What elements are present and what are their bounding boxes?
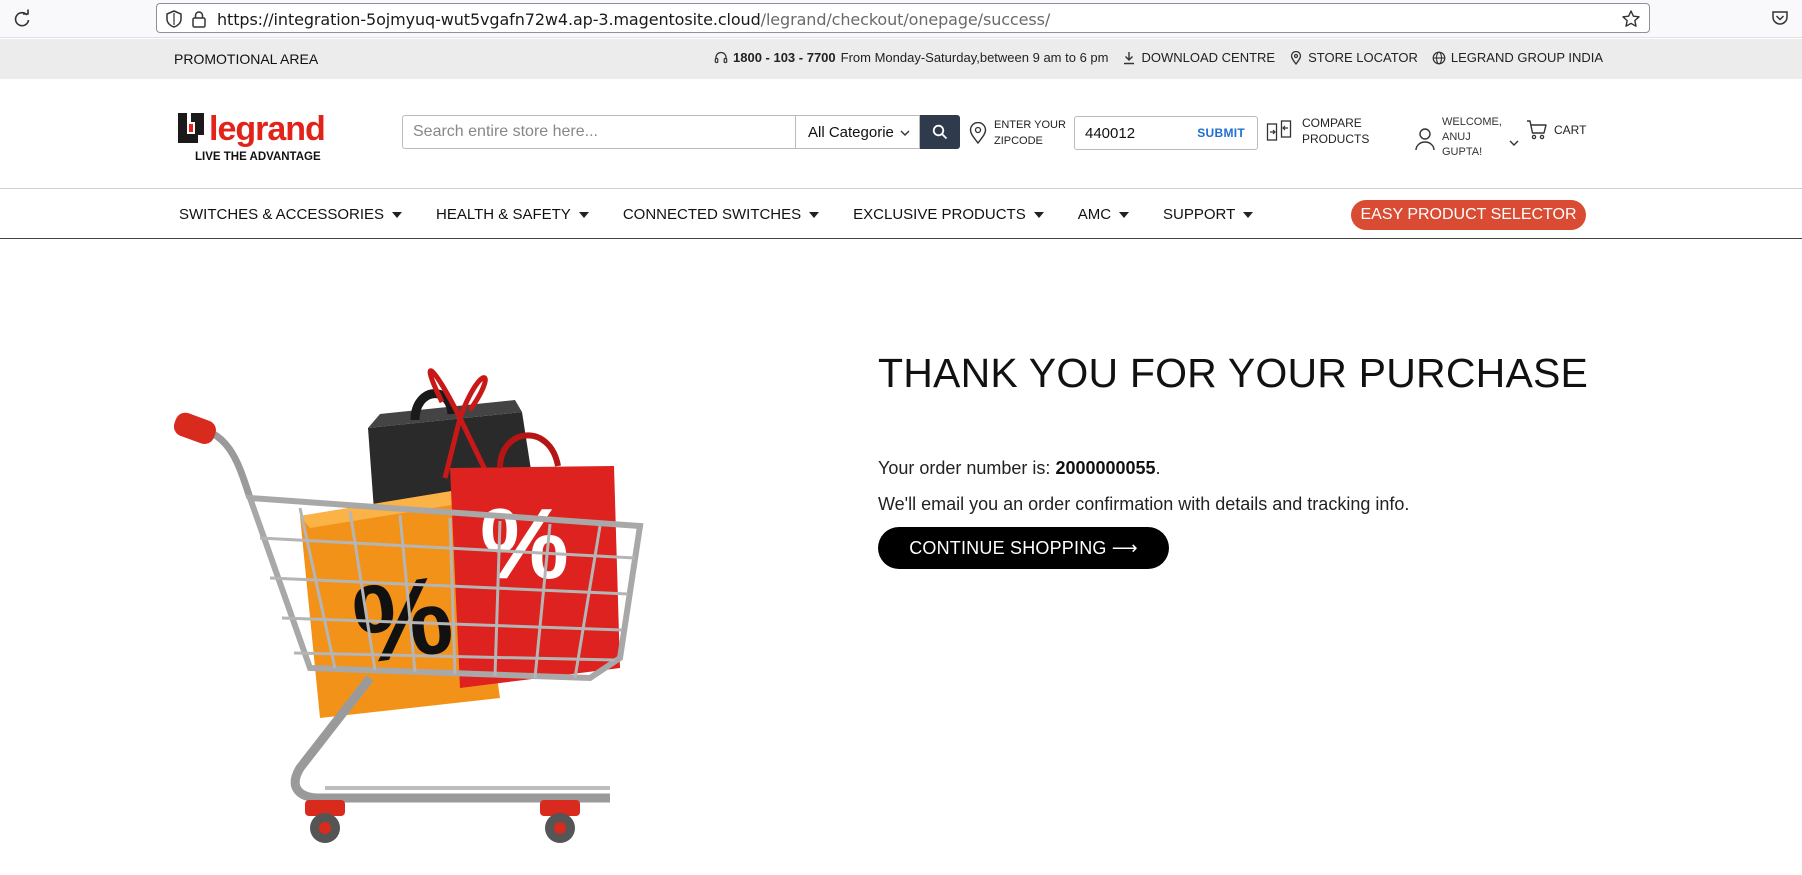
order-number-line: Your order number is: 2000000055. <box>878 458 1161 479</box>
store-locator-link[interactable]: STORE LOCATOR <box>1289 50 1418 65</box>
caret-down-icon <box>392 211 403 218</box>
order-prefix: Your order number is: <box>878 458 1056 478</box>
search-bar: Search entire store here... All Categori… <box>402 115 960 149</box>
caret-down-icon <box>1119 211 1130 218</box>
shopping-cart-illustration: % % <box>173 368 644 843</box>
nav-item-switches-accessories[interactable]: SWITCHES & ACCESSORIES <box>179 206 403 223</box>
search-button[interactable] <box>920 115 960 149</box>
caret-down-icon <box>578 211 589 218</box>
category-select[interactable]: All Categorie <box>795 115 920 149</box>
reload-icon[interactable] <box>12 9 32 29</box>
store-locator-label: STORE LOCATOR <box>1308 50 1418 65</box>
promo-links: 1800 - 103 - 7700 From Monday-Saturday,b… <box>714 50 1603 65</box>
phone-hours: From Monday-Saturday,between 9 am to 6 p… <box>840 50 1109 65</box>
zipcode-widget: ENTER YOUR ZIPCODE 440012 SUBMIT <box>968 116 1258 150</box>
nav-item-label: EXCLUSIVE PRODUCTS <box>853 206 1026 223</box>
promotional-area-label: PROMOTIONAL AREA <box>174 51 319 67</box>
order-number[interactable]: 2000000055 <box>1055 458 1155 478</box>
zipcode-value: 440012 <box>1085 124 1136 142</box>
nav-item-label: AMC <box>1077 206 1112 223</box>
svg-text:%: % <box>480 488 569 600</box>
caret-down-icon <box>1243 211 1254 218</box>
page-title: THANK YOU FOR YOUR PURCHASE <box>878 350 1589 396</box>
welcome-text: WELCOME, ANUJ GUPTA! <box>1442 116 1502 158</box>
nav-item-label: SUPPORT <box>1163 206 1236 223</box>
lock-icon[interactable] <box>191 10 207 28</box>
nav-item-health-safety[interactable]: HEALTH & SAFETY <box>436 206 589 223</box>
shield-icon[interactable] <box>165 10 183 28</box>
headset-icon <box>714 51 728 63</box>
browser-toolbar: https://integration-5ojmyuq-wut5vgafn72w… <box>0 0 1802 38</box>
compare-products-link[interactable]: COMPARE PRODUCTS <box>1266 115 1372 147</box>
caret-down-icon <box>1033 211 1044 218</box>
url-host: https://integration-5ojmyuq-wut5vgafn72w… <box>217 10 761 29</box>
download-icon <box>1124 51 1135 64</box>
download-centre-label: DOWNLOAD CENTRE <box>1141 50 1276 65</box>
confirmation-note: We'll email you an order confirmation wi… <box>878 494 1410 514</box>
phone-number: 1800 - 103 - 7700 <box>733 50 836 65</box>
nav-item-connected-switches[interactable]: CONNECTED SWITCHES <box>622 206 820 223</box>
compare-icon <box>1266 120 1292 141</box>
legrand-logo[interactable]: legrand LIVE THE ADVANTAGE <box>176 109 346 165</box>
globe-icon <box>1432 51 1446 64</box>
user-icon <box>1415 127 1435 150</box>
chevron-down-icon <box>900 130 910 136</box>
order-suffix: . <box>1155 458 1161 478</box>
zipcode-input[interactable]: 440012 SUBMIT <box>1074 116 1258 150</box>
cart-icon <box>1527 120 1547 140</box>
search-input[interactable]: Search entire store here... <box>402 115 795 149</box>
location-pin-icon <box>969 122 987 144</box>
url-path: /legrand/checkout/onepage/success/ <box>760 10 1051 29</box>
search-icon <box>932 124 948 140</box>
zipcode-label: ENTER YOUR ZIPCODE <box>994 119 1066 147</box>
nav-item-amc[interactable]: AMC <box>1077 206 1130 223</box>
logo-tagline: LIVE THE ADVANTAGE <box>195 151 321 163</box>
category-value: All Categorie <box>808 123 894 141</box>
download-centre-link[interactable]: DOWNLOAD CENTRE <box>1122 50 1275 65</box>
site-header: legrand LIVE THE ADVANTAGE Search entire… <box>0 79 1802 189</box>
chevron-down-icon[interactable] <box>1508 137 1520 149</box>
account-menu[interactable]: WELCOME, ANUJ GUPTA! <box>1414 115 1520 160</box>
pocket-icon[interactable] <box>1770 8 1790 28</box>
location-pin-icon <box>1290 50 1302 65</box>
cart-link[interactable]: CART <box>1526 119 1586 141</box>
main-nav: SWITCHES & ACCESSORIES HEALTH & SAFETY C… <box>0 190 1802 239</box>
url-text[interactable]: https://integration-5ojmyuq-wut5vgafn72w… <box>217 10 1050 29</box>
phone-info: 1800 - 103 - 7700 From Monday-Saturday,b… <box>714 50 1108 65</box>
compare-products-label: COMPARE PRODUCTS <box>1302 116 1370 146</box>
logo-wordmark: legrand <box>209 110 325 148</box>
cart-label: CART <box>1554 123 1587 137</box>
nav-item-label: SWITCHES & ACCESSORIES <box>179 206 385 223</box>
nav-item-support[interactable]: SUPPORT <box>1163 206 1254 223</box>
nav-item-label: CONNECTED SWITCHES <box>622 206 802 223</box>
nav-item-exclusive-products[interactable]: EXCLUSIVE PRODUCTS <box>853 206 1044 223</box>
address-bar[interactable]: https://integration-5ojmyuq-wut5vgafn72w… <box>156 3 1650 33</box>
easy-product-selector-button[interactable]: EASY PRODUCT SELECTOR <box>1351 200 1586 230</box>
promo-bar: PROMOTIONAL AREA 1800 - 103 - 7700 From … <box>0 39 1802 79</box>
nav-item-label: HEALTH & SAFETY <box>436 206 571 223</box>
continue-shopping-button[interactable]: CONTINUE SHOPPING ⟶ <box>878 527 1169 569</box>
zipcode-submit-button[interactable]: SUBMIT <box>1197 126 1245 140</box>
bookmark-star-icon[interactable] <box>1621 9 1641 29</box>
caret-down-icon <box>809 211 820 218</box>
legrand-group-link[interactable]: LEGRAND GROUP INDIA <box>1432 50 1603 65</box>
legrand-group-label: LEGRAND GROUP INDIA <box>1450 50 1604 65</box>
nav-items: SWITCHES & ACCESSORIES HEALTH & SAFETY C… <box>179 206 1287 223</box>
